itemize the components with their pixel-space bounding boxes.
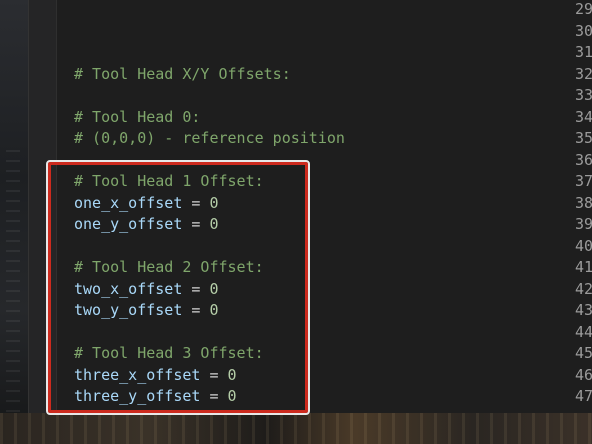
line-number: 43 — [574, 301, 592, 319]
line-number: 34 — [574, 107, 592, 126]
line-number: 35 — [574, 129, 592, 147]
code-line[interactable]: # Tool Head X/Y Offsets: — [74, 64, 291, 86]
line-number: 37 — [574, 172, 592, 190]
screenshot-root: 29 30 31 32 # Tool Head X/Y Offsets: 33 34 # To… — [0, 0, 592, 444]
line-number: 33 — [574, 86, 592, 104]
line-number: 31 — [574, 43, 592, 61]
highlight-box — [46, 160, 310, 415]
code-line[interactable]: # Tool Head 0: — [74, 107, 200, 129]
line-number: 45 — [574, 344, 592, 362]
line-number: 30 — [574, 21, 592, 40]
code-comment: # Tool Head 0: — [74, 107, 201, 126]
line-number: 47 — [574, 387, 592, 405]
line-number: 44 — [574, 322, 592, 341]
line-number: 46 — [574, 365, 592, 384]
line-number: 36 — [574, 150, 592, 169]
line-number: 41 — [574, 258, 592, 276]
code-comment: # Tool Head X/Y Offsets: — [74, 64, 291, 83]
desktop-background-left — [0, 0, 28, 444]
desktop-background-bottom — [0, 413, 592, 444]
line-number: 42 — [574, 279, 592, 298]
code-line[interactable]: # (0,0,0) - reference position — [74, 128, 345, 150]
code-comment: # (0,0,0) - reference position — [74, 129, 345, 147]
line-number: 32 — [574, 64, 592, 83]
line-number: 39 — [574, 215, 592, 233]
line-number: 38 — [574, 193, 592, 212]
line-number: 29 — [574, 0, 592, 18]
line-number: 40 — [574, 236, 592, 255]
